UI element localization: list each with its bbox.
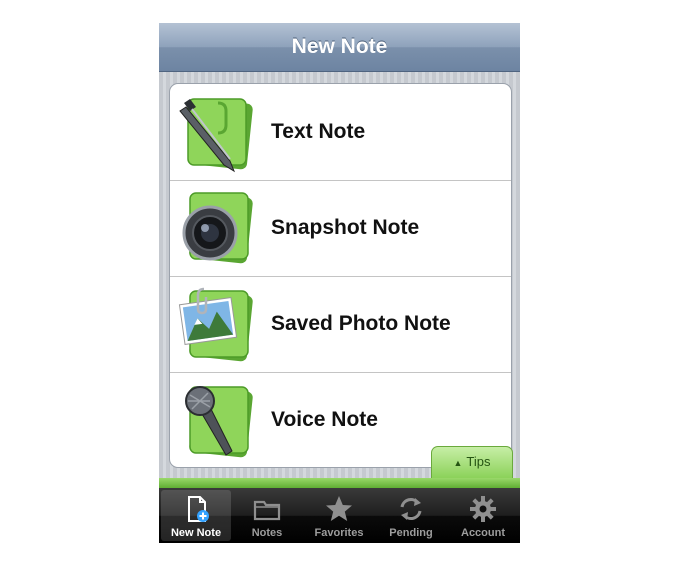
folder-icon <box>253 500 281 521</box>
row-label: Text Note <box>271 120 366 143</box>
camera-icon <box>182 192 253 264</box>
green-divider <box>159 478 520 488</box>
tab-label: Notes <box>251 527 283 539</box>
gear-icon <box>470 496 496 522</box>
navigation-bar: New Note <box>159 23 520 72</box>
pen-icon <box>179 98 253 173</box>
tab-notes[interactable]: Notes <box>232 490 302 541</box>
new-note-icon <box>188 496 209 522</box>
tab-bar: New Note Notes Favorites Pending Account <box>159 488 520 543</box>
content-area: Text Note Snapshot Note Saved Photo Note… <box>159 72 520 478</box>
row-label: Saved Photo Note <box>271 312 451 335</box>
row-label: Snapshot Note <box>271 216 420 239</box>
note-type-list: Text Note Snapshot Note Saved Photo Note… <box>169 83 512 468</box>
snapshot-note-row[interactable]: Snapshot Note <box>170 180 511 277</box>
app-screen: New Note Text Note Snapshot Note Saved P… <box>159 23 520 543</box>
text-note-row[interactable]: Text Note <box>170 84 511 181</box>
tab-new-note[interactable]: New Note <box>161 490 231 541</box>
triangle-up-icon: ▲ <box>453 458 463 468</box>
tips-tab[interactable]: ▲ Tips <box>431 446 513 481</box>
sync-icon <box>400 498 422 520</box>
tab-label: Account <box>461 527 505 539</box>
microphone-icon <box>185 386 253 458</box>
tips-label: Tips <box>466 454 491 469</box>
tab-label: New Note <box>170 527 222 539</box>
row-label: Voice Note <box>271 408 378 431</box>
tab-label: Pending <box>389 527 433 539</box>
tab-pending[interactable]: Pending <box>376 490 446 541</box>
star-icon <box>326 496 352 521</box>
tab-favorites[interactable]: Favorites <box>304 490 374 541</box>
photo-icon <box>178 287 253 362</box>
tab-label: Favorites <box>314 527 364 539</box>
saved-photo-note-row[interactable]: Saved Photo Note <box>170 276 511 373</box>
tab-account[interactable]: Account <box>448 490 518 541</box>
page-title: New Note <box>291 35 388 58</box>
